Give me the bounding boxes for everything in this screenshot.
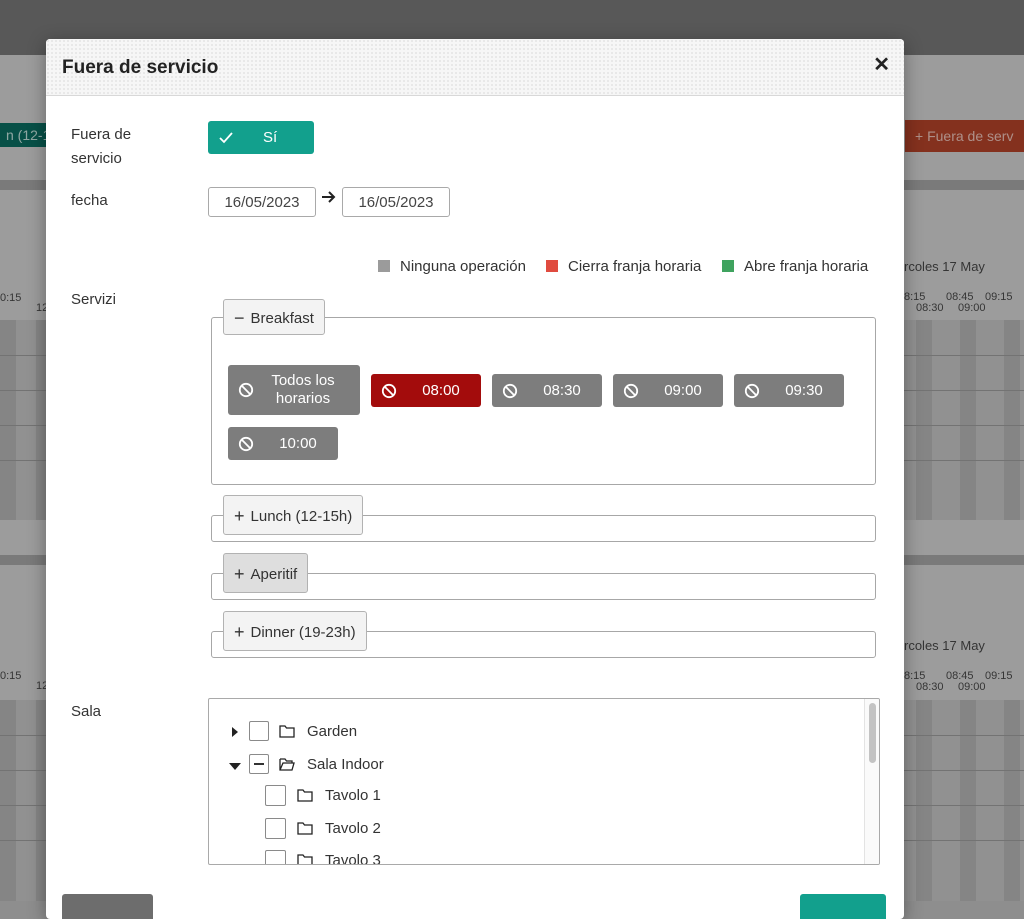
checkbox[interactable] <box>265 850 286 864</box>
date-label: fecha <box>71 192 108 209</box>
ban-icon <box>623 383 639 398</box>
arrow-right-icon <box>321 189 337 210</box>
checkbox[interactable] <box>265 785 286 806</box>
tree-node-tavolo-1[interactable]: Tavolo 1 <box>209 784 849 808</box>
plus-icon: + <box>234 622 245 642</box>
tree-node-garden[interactable]: Garden <box>209 720 849 744</box>
tree-node-label: Tavolo 1 <box>325 787 381 804</box>
legend-swatch <box>722 260 734 272</box>
caret-right-icon[interactable] <box>231 727 239 737</box>
room-tree: Garden Sala Indoor Tavolo 1 Tavolo 2 Tav… <box>208 698 880 865</box>
service-name: Breakfast <box>250 310 314 327</box>
modal-header: Fuera de servicio ✕ <box>46 39 904 96</box>
legend-label: Cierra franja horaria <box>568 258 702 275</box>
check-icon <box>218 121 234 166</box>
slot-label: 10:00 <box>279 434 317 452</box>
close-icon[interactable]: ✕ <box>873 55 890 75</box>
plus-icon: + <box>234 564 245 584</box>
slot-0930[interactable]: 09:30 <box>734 374 844 407</box>
modal-title: Fuera de servicio <box>62 57 219 78</box>
slot-label: 08:30 <box>543 381 581 399</box>
slot-0800[interactable]: 08:00 <box>371 374 481 407</box>
tree-node-sala-indoor[interactable]: Sala Indoor <box>209 753 849 777</box>
caret-down-icon[interactable] <box>229 762 241 770</box>
slot-0900[interactable]: 09:00 <box>613 374 723 407</box>
legend-label: Abre franja horaria <box>744 258 869 275</box>
legend-open: Abre franja horaria <box>722 258 868 275</box>
legend-close: Cierra franja horaria <box>546 258 701 275</box>
cancel-button[interactable] <box>62 894 153 919</box>
slot-label: Todos los horarios <box>271 372 335 407</box>
ban-icon <box>238 382 254 398</box>
tree-node-label: Sala Indoor <box>307 756 384 773</box>
date-to-input[interactable]: 16/05/2023 <box>342 187 450 217</box>
tree-node-tavolo-3[interactable]: Tavolo 3 <box>209 849 849 865</box>
out-of-service-label: Fuera de servicio <box>71 126 132 167</box>
ban-icon <box>238 436 254 451</box>
tree-scrollbar[interactable] <box>864 699 879 864</box>
plus-icon: + <box>234 506 245 526</box>
legend-swatch <box>546 260 558 272</box>
slot-0830[interactable]: 08:30 <box>492 374 602 407</box>
services-label: Servizi <box>71 291 117 308</box>
legend-label: Ninguna operación <box>400 258 526 275</box>
legend-none: Ninguna operación <box>378 258 526 275</box>
tree-node-label: Garden <box>307 723 358 740</box>
slot-label: 08:00 <box>422 381 460 399</box>
service-name: Aperitif <box>250 566 298 583</box>
out-of-service-toggle[interactable]: Sí <box>208 121 314 154</box>
slot-label: 09:00 <box>664 381 702 399</box>
date-from-input[interactable]: 16/05/2023 <box>208 187 316 217</box>
ban-icon <box>744 383 760 398</box>
folder-icon <box>279 725 295 738</box>
checkbox-partial[interactable] <box>249 754 269 774</box>
tree-node-label: Tavolo 3 <box>325 852 381 865</box>
toggle-value: Sí <box>263 129 278 146</box>
checkbox[interactable] <box>265 818 286 839</box>
tree-node-label: Tavolo 2 <box>325 820 381 837</box>
dinner-toggle[interactable]: + Dinner (19-23h) <box>223 611 367 651</box>
room-label: Sala <box>71 703 102 720</box>
breakfast-panel: Todos los horarios 08:00 08:30 09:00 09:… <box>211 317 876 485</box>
slot-label: 09:30 <box>785 381 823 399</box>
service-name: Dinner (19-23h) <box>250 624 356 641</box>
folder-icon <box>297 822 313 835</box>
legend-swatch <box>378 260 390 272</box>
folder-icon <box>297 789 313 802</box>
aperitif-toggle[interactable]: + Aperitif <box>223 553 309 593</box>
out-of-service-modal: Fuera de servicio ✕ Fuera de servicio Sí… <box>46 39 904 919</box>
slot-1000[interactable]: 10:00 <box>228 427 338 460</box>
service-name: Lunch (12-15h) <box>250 508 353 525</box>
lunch-toggle[interactable]: + Lunch (12-15h) <box>223 495 364 535</box>
slot-all-hours[interactable]: Todos los horarios <box>228 365 360 415</box>
aperitif-panel <box>211 573 876 600</box>
tree-node-tavolo-2[interactable]: Tavolo 2 <box>209 817 849 841</box>
minus-icon: − <box>234 308 245 328</box>
folder-open-icon <box>279 758 295 771</box>
ban-icon <box>381 383 397 398</box>
ban-icon <box>502 383 518 398</box>
breakfast-toggle[interactable]: − Breakfast <box>223 299 325 335</box>
folder-icon <box>297 854 313 864</box>
scroll-thumb[interactable] <box>869 703 876 763</box>
checkbox[interactable] <box>249 721 269 741</box>
save-button[interactable] <box>800 894 886 919</box>
